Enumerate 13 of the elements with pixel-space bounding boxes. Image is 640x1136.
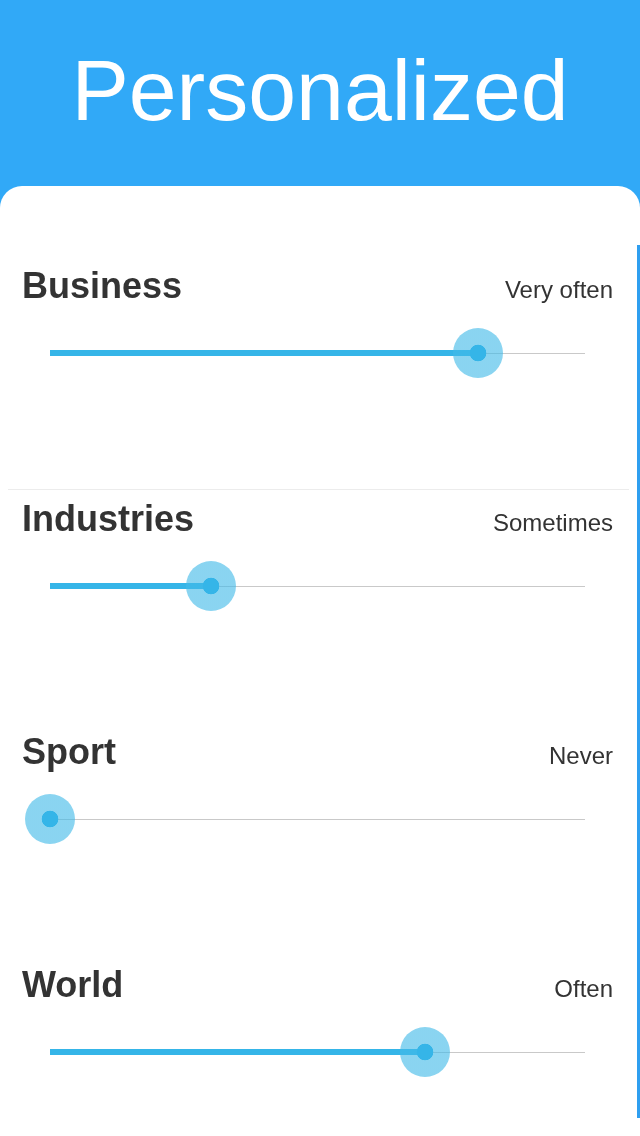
frequency-value: Often [554,974,613,1004]
frequency-value: Very often [504,275,613,305]
frequency-value: Never [548,741,613,771]
category-label: Industries [22,497,195,541]
category-label: Sport [22,730,116,774]
frequency-value: Sometimes [492,508,613,538]
category-label: World [22,963,124,1007]
slider-thumb[interactable] [399,1027,450,1077]
slider-thumb[interactable] [453,328,503,378]
slider-thumb[interactable] [25,794,75,844]
slider-thumb[interactable] [185,561,236,611]
category-label: Business [22,264,183,308]
page-title: Personalized [71,47,569,133]
